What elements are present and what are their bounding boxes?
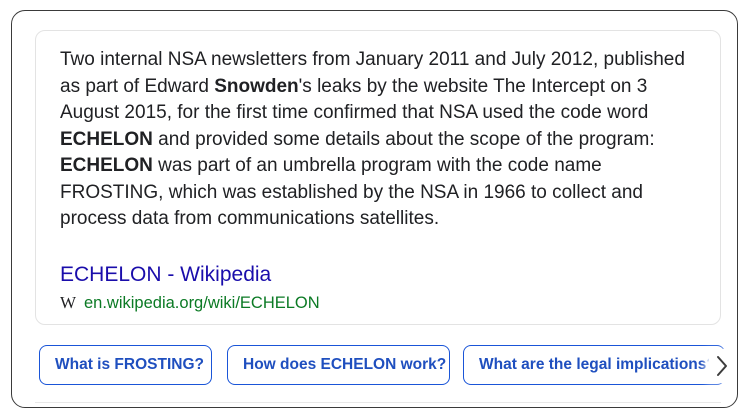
source-attribution: W en.wikipedia.org/wiki/ECHELON xyxy=(60,292,320,314)
answer-panel: Two internal NSA newsletters from Januar… xyxy=(11,10,738,408)
snippet-bold: ECHELON xyxy=(60,128,153,150)
source-url[interactable]: en.wikipedia.org/wiki/ECHELON xyxy=(84,294,320,313)
suggestion-chips: What is FROSTING? How does ECHELON work?… xyxy=(39,345,725,385)
suggestion-chip-how-does-echelon-work[interactable]: How does ECHELON work? xyxy=(227,345,450,385)
wikipedia-w-icon: W xyxy=(60,293,77,312)
suggestion-chip-legal-implications[interactable]: What are the legal implications? xyxy=(463,345,725,385)
suggestion-chip-what-is-frosting[interactable]: What is FROSTING? xyxy=(39,345,212,385)
answer-card: Two internal NSA newsletters from Januar… xyxy=(35,30,721,325)
snippet-text: and provided some details about the scop… xyxy=(152,128,655,150)
divider xyxy=(35,402,721,403)
snippet-bold: ECHELON xyxy=(60,155,153,176)
answer-snippet: Two internal NSA newsletters from Januar… xyxy=(60,47,700,233)
source-title-link[interactable]: ECHELON - Wikipedia xyxy=(60,262,271,288)
snippet-bold: Snowden xyxy=(214,75,299,97)
chevron-right-icon xyxy=(717,356,727,376)
next-suggestions-button[interactable] xyxy=(709,349,735,383)
